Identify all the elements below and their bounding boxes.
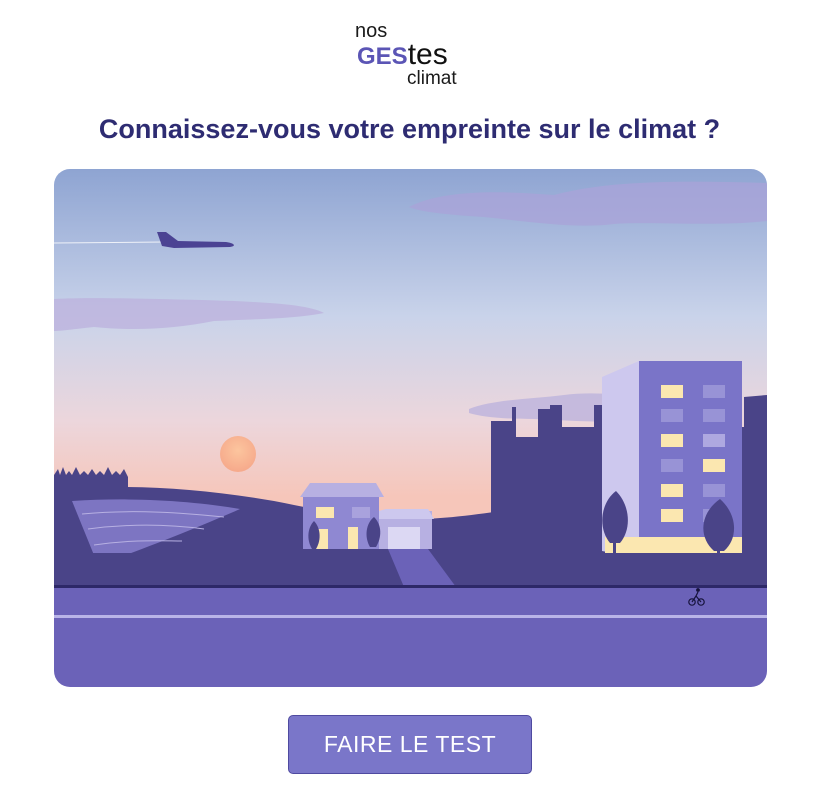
road-edge (54, 585, 767, 588)
logo-word-climat: climat (407, 68, 457, 89)
page-headline: Connaissez-vous votre empreinte sur le c… (98, 114, 721, 144)
road-marking (54, 615, 767, 618)
city-landscape-illustration (54, 169, 767, 687)
sun (220, 436, 256, 472)
logo-word-tes: tes (407, 38, 448, 71)
nosgestesclimat-logo[interactable]: nos GEStes climat (355, 18, 475, 92)
road (54, 588, 767, 687)
page: nos GEStes climat Connaissez-vous votre … (0, 0, 819, 802)
start-test-button[interactable]: FAIRE LE TEST (288, 715, 532, 774)
logo-word-ges: GES (357, 43, 408, 70)
apartment-tower (602, 361, 742, 563)
